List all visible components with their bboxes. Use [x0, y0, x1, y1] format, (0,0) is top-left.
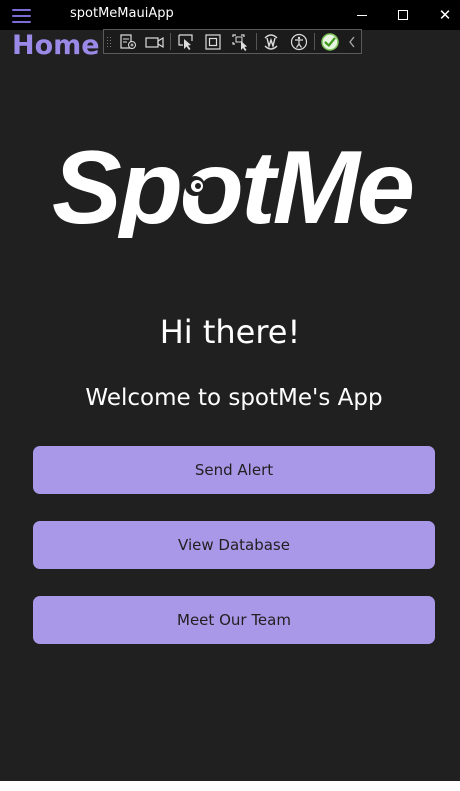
- meet-our-team-button[interactable]: Meet Our Team: [33, 596, 435, 644]
- accessibility-checker-icon[interactable]: [285, 30, 313, 53]
- svg-text:SpotMe: SpotMe: [52, 130, 412, 238]
- app-window: spotMeMauiApp ✕ Home SpotMe Hi there! We…: [0, 0, 460, 781]
- collapse-toolbar-icon[interactable]: [343, 30, 361, 53]
- hot-reload-icon[interactable]: [258, 30, 286, 53]
- binding-failures-ok-icon[interactable]: [316, 30, 344, 53]
- xaml-debug-toolbar: [103, 29, 362, 54]
- window-title: spotMeMauiApp: [70, 6, 174, 21]
- send-alert-button[interactable]: Send Alert: [33, 446, 435, 494]
- go-to-live-visual-tree-icon[interactable]: [114, 30, 142, 53]
- minimize-button[interactable]: [342, 0, 382, 30]
- display-layout-adorners-icon[interactable]: [200, 30, 228, 53]
- hamburger-menu-icon[interactable]: [12, 9, 31, 23]
- select-element-icon[interactable]: [172, 30, 200, 53]
- show-in-app-toolbar-icon[interactable]: [141, 30, 169, 53]
- close-icon: ✕: [438, 5, 452, 24]
- page-title: Home: [12, 30, 100, 61]
- close-button[interactable]: ✕: [425, 0, 460, 30]
- toolbar-grip-icon[interactable]: [104, 30, 114, 53]
- greeting-heading: Hi there!: [159, 313, 301, 351]
- welcome-text: Welcome to spotMe's App: [85, 385, 383, 411]
- minimize-icon: [357, 14, 367, 16]
- maximize-button[interactable]: [383, 0, 423, 30]
- maximize-icon: [398, 10, 408, 20]
- title-bar[interactable]: spotMeMauiApp ✕: [0, 0, 460, 30]
- track-focused-element-icon[interactable]: [227, 30, 255, 53]
- view-database-button[interactable]: View Database: [33, 521, 435, 569]
- spotme-logo: SpotMe: [48, 128, 418, 246]
